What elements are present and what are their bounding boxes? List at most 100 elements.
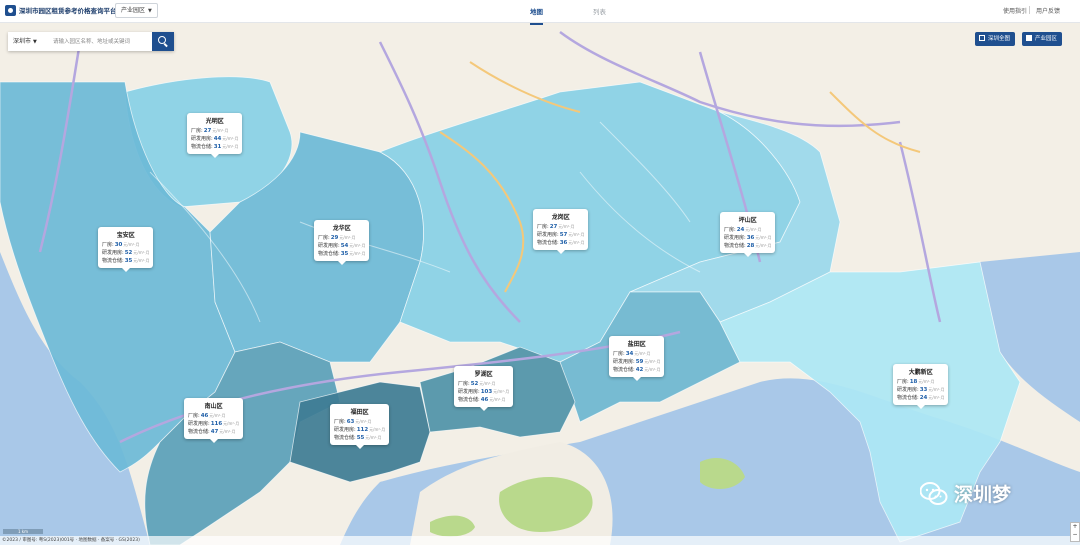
price-unit: 元/m²·月 — [355, 419, 372, 424]
district-card-yantian[interactable]: 盐田区 厂房:34元/m²·月 研发用房:59元/m²·月 物流仓储:42元/m… — [609, 336, 665, 381]
price-unit: 元/m²·月 — [928, 387, 945, 392]
district-name: 龙华区 — [332, 225, 351, 232]
price-unit: 元/m²·月 — [755, 243, 772, 248]
price-value: 55 — [356, 435, 365, 441]
price-unit: 元/m²·月 — [558, 224, 575, 229]
price-value: 36 — [559, 240, 568, 246]
guide-link[interactable]: 使用指引 — [1003, 6, 1027, 15]
watermark-text: 深圳梦 — [954, 484, 1012, 506]
industry-park-label: 产业园区 — [1035, 36, 1058, 42]
district-card-longhua[interactable]: 龙华区 厂房:29元/m²·月 研发用房:54元/m²·月 物流仓储:35元/m… — [314, 220, 370, 265]
price-value: 35 — [124, 258, 133, 264]
tab-list[interactable]: 列表 — [593, 6, 606, 16]
price-unit: 元/m²·月 — [219, 429, 236, 434]
factory-price-row: 厂房:52元/m²·月 — [458, 380, 509, 388]
price-value: 34 — [625, 351, 634, 357]
full-map-button[interactable]: 深圳全图 — [975, 32, 1016, 46]
price-unit: 元/m²·月 — [489, 397, 506, 402]
warehouse-price-row: 物流仓储:28元/m²·月 — [724, 242, 771, 250]
district-card-nanshan[interactable]: 南山区 厂房:46元/m²·月 研发用房:116元/m²·月 物流仓储:47元/… — [184, 398, 244, 443]
app-title: 深圳市园区租赁参考价格查询平台 — [19, 7, 117, 15]
feedback-link[interactable]: 用户反馈 — [1036, 6, 1060, 15]
district-card-luohu[interactable]: 罗湖区 厂房:52元/m²·月 研发用房:103元/m²·月 物流仓储:46元/… — [454, 366, 514, 411]
district-card-futian[interactable]: 福田区 厂房:63元/m²·月 研发用房:112元/m²·月 物流仓储:55元/… — [330, 404, 390, 449]
district-name: 龙岗区 — [551, 214, 570, 221]
rd-price-row: 研发用房:103元/m²·月 — [458, 388, 509, 396]
factory-price-row: 厂房:27元/m²·月 — [191, 127, 238, 135]
tab-map[interactable]: 地图 — [530, 6, 543, 25]
price-unit: 元/m²·月 — [568, 240, 585, 245]
row-label: 物流仓储: — [334, 435, 356, 441]
price-value: 59 — [635, 359, 644, 365]
square-icon — [1026, 35, 1032, 41]
row-label: 研发用房: — [188, 421, 210, 427]
row-label: 物流仓储: — [537, 240, 559, 246]
price-unit: 元/m²·月 — [222, 136, 239, 141]
row-label: 物流仓储: — [458, 397, 480, 403]
zoom-in-icon[interactable]: + — [1072, 523, 1077, 530]
price-value: 116 — [210, 421, 223, 427]
price-unit: 元/m²·月 — [222, 144, 239, 149]
search-button[interactable] — [152, 32, 174, 51]
district-name: 大鹏新区 — [908, 369, 933, 376]
warehouse-price-row: 物流仓储:46元/m²·月 — [458, 396, 509, 404]
factory-price-row: 厂房:24元/m²·月 — [724, 226, 771, 234]
price-unit: 元/m²·月 — [479, 381, 496, 386]
price-unit: 元/m²·月 — [918, 379, 935, 384]
map-canvas[interactable] — [0, 22, 1080, 545]
zoom-out-icon[interactable]: − — [1072, 531, 1077, 538]
district-name: 宝安区 — [116, 232, 135, 239]
district-card-guangming[interactable]: 光明区 厂房:27元/m²·月 研发用房:44元/m²·月 物流仓储:31元/m… — [187, 113, 243, 158]
district-card-baoan[interactable]: 宝安区 厂房:30元/m²·月 研发用房:52元/m²·月 物流仓储:35元/m… — [98, 227, 154, 272]
factory-price-row: 厂房:34元/m²·月 — [613, 350, 660, 358]
row-label: 研发用房: — [102, 250, 124, 256]
price-value: 33 — [919, 387, 928, 393]
divider — [1029, 6, 1030, 14]
wechat-icon — [920, 482, 948, 505]
copyright-text: ©2023 / 审图号: 粤S(2023)001号 · 地图数据 · 备案号 ·… — [2, 538, 140, 543]
row-label: 厂房: — [334, 419, 346, 425]
city-select-label: 深圳市 — [13, 38, 32, 45]
factory-price-row: 厂房:18元/m²·月 — [897, 378, 944, 386]
price-unit: 元/m²·月 — [123, 242, 140, 247]
price-unit: 元/m²·月 — [133, 258, 150, 263]
price-value: 28 — [746, 243, 755, 249]
row-label: 物流仓储: — [318, 251, 340, 257]
price-value: 30 — [114, 242, 123, 248]
park-type-select[interactable]: 产业园区 ▼ — [115, 3, 158, 18]
factory-price-row: 厂房:27元/m²·月 — [537, 223, 584, 231]
price-unit: 元/m²·月 — [928, 395, 945, 400]
warehouse-price-row: 物流仓储:47元/m²·月 — [188, 428, 239, 436]
zoom-control[interactable]: + − — [1070, 522, 1080, 542]
row-label: 研发用房: — [458, 389, 480, 395]
search-icon — [158, 36, 166, 44]
price-unit: 元/m²·月 — [568, 232, 585, 237]
price-unit: 元/m²·月 — [349, 243, 366, 248]
row-label: 物流仓储: — [724, 243, 746, 249]
factory-price-row: 厂房:46元/m²·月 — [188, 412, 239, 420]
price-value: 57 — [559, 232, 568, 238]
price-value: 29 — [330, 235, 339, 241]
district-card-dapeng[interactable]: 大鹏新区 厂房:18元/m²·月 研发用房:33元/m²·月 物流仓储:24元/… — [893, 364, 949, 409]
rd-price-row: 研发用房:112元/m²·月 — [334, 426, 385, 434]
warehouse-price-row: 物流仓储:42元/m²·月 — [613, 366, 660, 374]
full-map-label: 深圳全图 — [988, 36, 1011, 42]
rd-price-row: 研发用房:44元/m²·月 — [191, 135, 238, 143]
row-label: 物流仓储: — [613, 367, 635, 373]
park-type-label: 产业园区 — [121, 7, 146, 14]
rd-price-row: 研发用房:33元/m²·月 — [897, 386, 944, 394]
district-name: 福田区 — [350, 409, 369, 416]
search-input[interactable] — [53, 34, 153, 49]
price-value: 112 — [356, 427, 369, 433]
row-label: 厂房: — [613, 351, 625, 357]
industry-park-button[interactable]: 产业园区 — [1022, 32, 1063, 46]
fullscreen-icon — [979, 35, 985, 41]
city-select[interactable]: 深圳市 ▼ — [13, 32, 37, 52]
price-value: 52 — [124, 250, 133, 256]
rd-price-row: 研发用房:52元/m²·月 — [102, 249, 149, 257]
row-label: 厂房: — [191, 128, 203, 134]
price-value: 35 — [340, 251, 349, 257]
row-label: 物流仓储: — [188, 429, 210, 435]
district-card-pingshan[interactable]: 坪山区 厂房:24元/m²·月 研发用房:36元/m²·月 物流仓储:28元/m… — [720, 212, 776, 257]
district-card-longgang[interactable]: 龙岗区 厂房:27元/m²·月 研发用房:57元/m²·月 物流仓储:36元/m… — [533, 209, 589, 254]
